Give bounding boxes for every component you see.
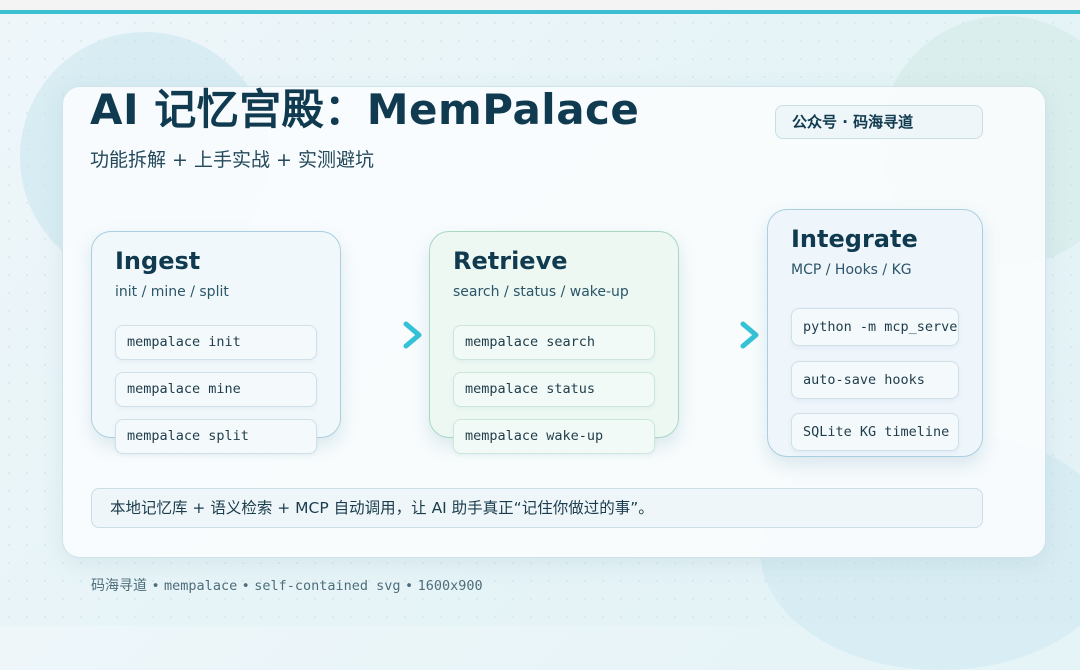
command-chip: mempalace split: [115, 419, 317, 454]
command-chip: mempalace init: [115, 325, 317, 360]
page-title: AI 记忆宫殿：MemPalace: [90, 85, 640, 134]
command-chip: python -m mcp_server: [791, 308, 959, 346]
command-chip: mempalace wake-up: [453, 419, 655, 454]
chevron-right-icon: [403, 321, 422, 349]
stage-title: Ingest: [115, 247, 201, 275]
footer-size: 1600x900: [417, 578, 483, 594]
command-chip: mempalace mine: [115, 372, 317, 407]
stage-card-retrieve: Retrieve search / status / wake-up mempa…: [429, 231, 679, 454]
stage-card-integrate: Integrate MCP / Hooks / KG python -m mcp…: [767, 209, 983, 457]
browser-bookmarks-bar: [0, 0, 1080, 10]
stage-subtitle: init / mine / split: [115, 284, 229, 300]
footer-author: 码海寻道: [91, 578, 147, 594]
command-chip: SQLite KG timeline: [791, 413, 959, 451]
chevron-right-icon: [740, 321, 759, 349]
footer-separator: •: [241, 578, 250, 594]
stage-subtitle: MCP / Hooks / KG: [791, 262, 912, 278]
command-chip: auto-save hooks: [791, 361, 959, 399]
stage-title: Integrate: [791, 225, 918, 253]
footer-format: self-contained svg: [254, 578, 401, 594]
account-badge: 公众号 · 码海寻道: [775, 105, 983, 139]
command-chip: mempalace status: [453, 372, 655, 407]
summary-note: 本地记忆库 + 语义检索 + MCP 自动调用，让 AI 助手真正“记住你做过的…: [91, 488, 983, 528]
stage-title: Retrieve: [453, 247, 568, 275]
footer-separator: •: [405, 578, 414, 594]
footer: 码海寻道 • mempalace • self-contained svg • …: [91, 575, 483, 595]
footer-separator: •: [151, 578, 160, 594]
stage-card-ingest: Ingest init / mine / split mempalace ini…: [91, 231, 341, 454]
command-chip: mempalace search: [453, 325, 655, 360]
page-subtitle: 功能拆解 + 上手实战 + 实测避坑: [90, 149, 374, 171]
footer-project: mempalace: [164, 578, 238, 594]
stage-subtitle: search / status / wake-up: [453, 284, 629, 300]
